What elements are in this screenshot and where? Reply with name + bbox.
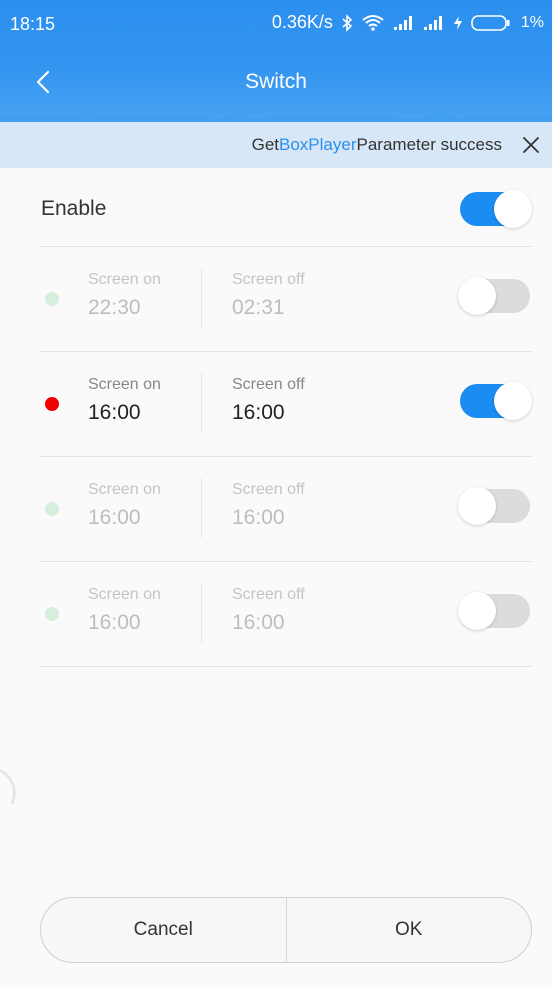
screen-off-label: Screen off xyxy=(232,586,305,603)
screen-on-column: Screen on 16:00 xyxy=(88,481,161,530)
schedule-row-2[interactable]: Screen on 16:00 Screen off 16:00 xyxy=(0,352,552,457)
screen-on-time[interactable]: 16:00 xyxy=(88,611,161,635)
ok-button[interactable]: OK xyxy=(285,898,532,962)
screen-off-label: Screen off xyxy=(232,376,305,393)
screen-off-time[interactable]: 16:00 xyxy=(232,506,305,530)
screen-on-label: Screen on xyxy=(88,376,161,393)
screen-on-time[interactable]: 16:00 xyxy=(88,506,161,530)
network-speed: 0.36K/s xyxy=(271,12,333,32)
status-dot xyxy=(45,397,59,411)
battery-percent: 1% xyxy=(520,13,544,31)
screen-on-label: Screen on xyxy=(88,271,161,288)
toggle-knob xyxy=(494,190,532,228)
status-dot xyxy=(45,502,59,516)
wifi-icon xyxy=(362,14,384,31)
notice-message: GetBoxPlayerParameter success xyxy=(252,135,502,155)
schedule-row-4[interactable]: Screen on 16:00 Screen off 16:00 xyxy=(0,562,552,667)
column-separator xyxy=(201,583,202,643)
screen-off-time[interactable]: 02:31 xyxy=(232,296,305,320)
screen-off-time[interactable]: 16:00 xyxy=(232,401,305,425)
screen-on-label: Screen on xyxy=(88,481,161,498)
watermark-decoration xyxy=(0,768,16,805)
screen-off-column: Screen off 16:00 xyxy=(232,586,305,635)
toggle-knob xyxy=(458,487,496,525)
charging-icon xyxy=(453,15,462,30)
nav-bar: Switch xyxy=(0,54,552,110)
status-dot xyxy=(45,607,59,621)
status-icons: 0.36K/s 1% xyxy=(272,12,544,33)
schedule-row-3[interactable]: Screen on 16:00 Screen off 16:00 xyxy=(0,457,552,562)
schedule-toggle[interactable] xyxy=(458,277,530,315)
divider xyxy=(40,666,532,667)
screen-off-time[interactable]: 16:00 xyxy=(232,611,305,635)
status-bar: 18:15 0.36K/s 1% xyxy=(0,0,552,50)
screen-off-column: Screen off 16:00 xyxy=(232,376,305,425)
notice-banner: GetBoxPlayerParameter success xyxy=(0,122,552,168)
screen-off-label: Screen off xyxy=(232,481,305,498)
schedule-toggle[interactable] xyxy=(458,592,530,630)
toggle-knob xyxy=(494,382,532,420)
schedule-toggle[interactable] xyxy=(458,487,530,525)
screen-on-time[interactable]: 22:30 xyxy=(88,296,161,320)
status-dot xyxy=(45,292,59,306)
screen-off-column: Screen off 16:00 xyxy=(232,481,305,530)
cancel-button[interactable]: Cancel xyxy=(41,898,286,962)
column-separator xyxy=(201,478,202,538)
notice-suffix: Parameter success xyxy=(356,135,503,154)
app-header: 18:15 0.36K/s 1% Switch xyxy=(0,0,552,122)
notice-highlight: BoxPlayer xyxy=(279,135,357,154)
battery-icon xyxy=(471,14,510,31)
toggle-knob xyxy=(458,277,496,315)
header-silhouette-decoration xyxy=(0,112,552,122)
action-bar: Cancel OK xyxy=(40,897,532,963)
screen-on-column: Screen on 22:30 xyxy=(88,271,161,320)
column-separator xyxy=(201,373,202,433)
column-separator xyxy=(201,268,202,328)
enable-label: Enable xyxy=(41,197,107,220)
screen-on-column: Screen on 16:00 xyxy=(88,376,161,425)
schedule-toggle[interactable] xyxy=(460,382,532,420)
screen-on-column: Screen on 16:00 xyxy=(88,586,161,635)
enable-row: Enable xyxy=(0,168,552,248)
signal-icon xyxy=(423,15,442,30)
bluetooth-icon xyxy=(342,13,353,32)
screen-off-label: Screen off xyxy=(232,271,305,288)
screen-on-label: Screen on xyxy=(88,586,161,603)
status-time: 18:15 xyxy=(10,14,56,34)
notice-prefix: Get xyxy=(251,135,280,154)
toggle-knob xyxy=(458,592,496,630)
schedule-row-1[interactable]: Screen on 22:30 Screen off 02:31 xyxy=(0,247,552,352)
page-title: Switch xyxy=(245,70,307,93)
close-icon[interactable] xyxy=(518,132,544,158)
enable-toggle[interactable] xyxy=(460,190,532,228)
signal-icon xyxy=(393,15,412,30)
screen-on-time[interactable]: 16:00 xyxy=(88,401,161,425)
screen-off-column: Screen off 02:31 xyxy=(232,271,305,320)
